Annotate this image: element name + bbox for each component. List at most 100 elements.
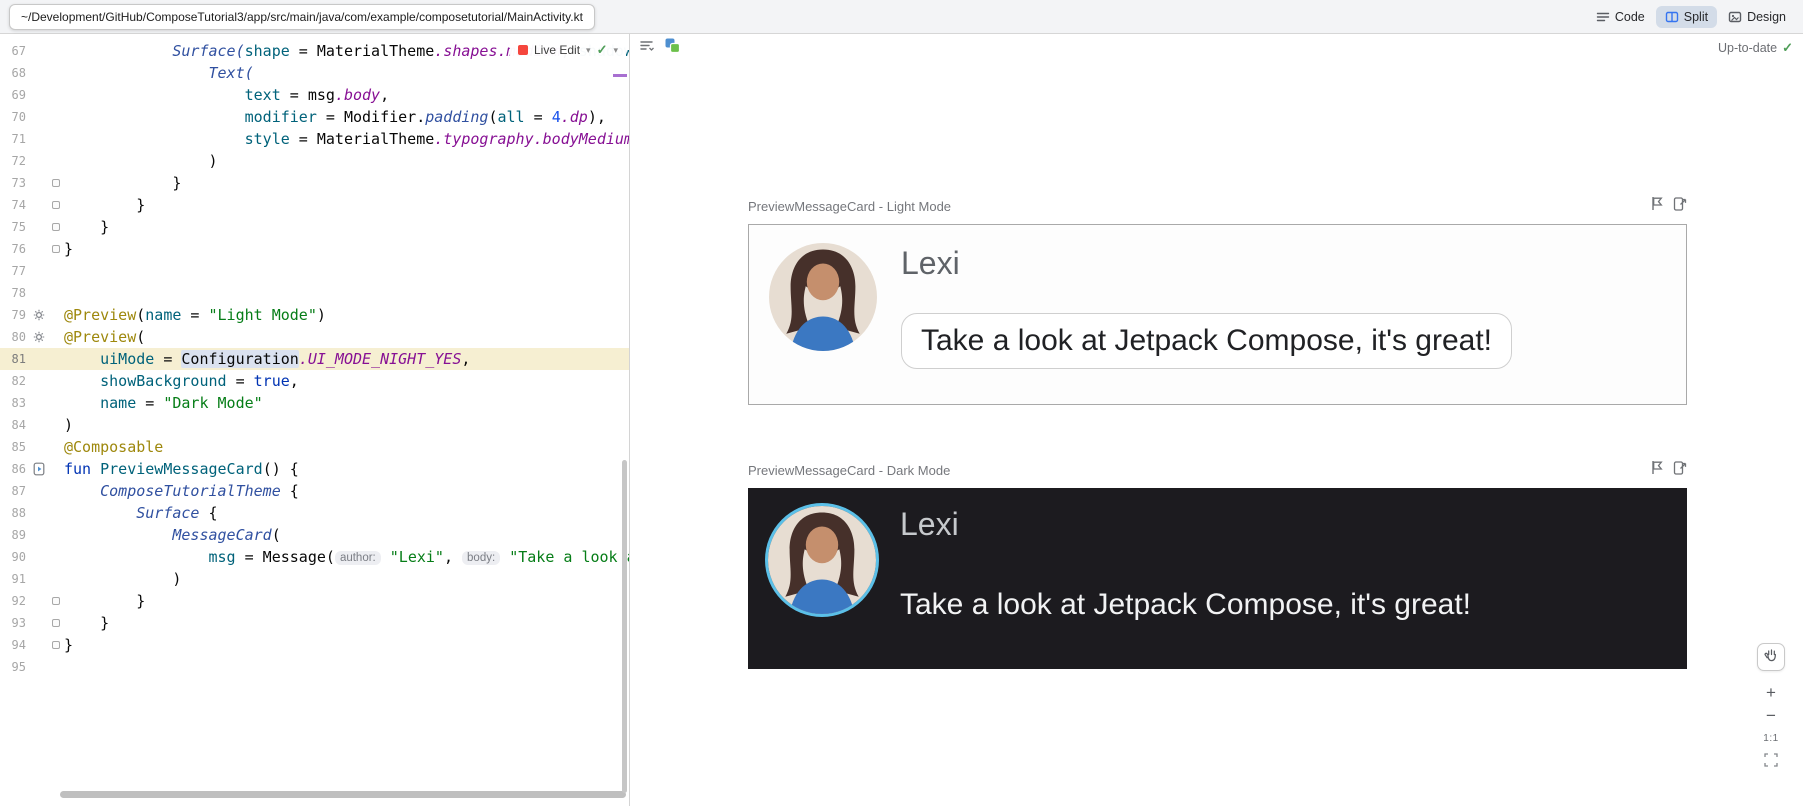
zoom-in-button[interactable]: +	[1759, 681, 1783, 704]
live-edit-widget[interactable]: Live Edit ▾ ✓ ▾	[510, 38, 626, 62]
line-number[interactable]: 72	[0, 150, 30, 172]
pan-icon	[1764, 647, 1779, 667]
line-number[interactable]: 70	[0, 106, 30, 128]
fold-slot	[48, 304, 64, 326]
code-line-75[interactable]: 75 }	[0, 216, 629, 238]
line-number[interactable]: 89	[0, 524, 30, 546]
zoom-actual-button[interactable]: 1:1	[1759, 727, 1783, 750]
code-line-68[interactable]: 68 Text(	[0, 62, 629, 84]
fold-marker[interactable]	[48, 590, 64, 612]
code-text: )	[64, 414, 73, 436]
gutter-icon-slot	[30, 370, 48, 392]
code-line-88[interactable]: 88 Surface {	[0, 502, 629, 524]
line-number[interactable]: 80	[0, 326, 30, 348]
design-mode-icon	[1728, 10, 1742, 24]
split-mode-button[interactable]: Split	[1656, 6, 1717, 28]
green-check-icon: ✓	[1782, 40, 1793, 56]
line-number[interactable]: 86	[0, 458, 30, 480]
view-options-icon[interactable]	[639, 38, 655, 59]
code-line-79[interactable]: 79@Preview(name = "Light Mode")	[0, 304, 629, 326]
line-number[interactable]: 76	[0, 238, 30, 260]
line-number[interactable]: 85	[0, 436, 30, 458]
code-line-94[interactable]: 94}	[0, 634, 629, 656]
line-number[interactable]: 79	[0, 304, 30, 326]
code-line-81[interactable]: 81 uiMode = Configuration.UI_MODE_NIGHT_…	[0, 348, 629, 370]
line-number[interactable]: 81	[0, 348, 30, 370]
line-number[interactable]: 68	[0, 62, 30, 84]
fold-marker[interactable]	[48, 238, 64, 260]
fold-marker[interactable]	[48, 194, 64, 216]
code-line-91[interactable]: 91 )	[0, 568, 629, 590]
line-number[interactable]: 77	[0, 260, 30, 282]
code-mode-button[interactable]: Code	[1587, 6, 1654, 28]
code-line-83[interactable]: 83 name = "Dark Mode"	[0, 392, 629, 414]
run-preview-icon[interactable]	[1650, 460, 1664, 480]
line-number[interactable]: 94	[0, 634, 30, 656]
line-number[interactable]: 74	[0, 194, 30, 216]
code-line-89[interactable]: 89 MessageCard(	[0, 524, 629, 546]
line-number[interactable]: 67	[0, 40, 30, 62]
code-line-72[interactable]: 72 )	[0, 150, 629, 172]
code-line-84[interactable]: 84)	[0, 414, 629, 436]
code-text: )	[64, 568, 181, 590]
code-text: uiMode = Configuration.UI_MODE_NIGHT_YES…	[64, 348, 470, 370]
code-line-76[interactable]: 76}	[0, 238, 629, 260]
zoom-fit-button[interactable]	[1759, 750, 1783, 773]
line-number[interactable]: 87	[0, 480, 30, 502]
breadcrumb-file-path[interactable]: ~/Development/GitHub/ComposeTutorial3/ap…	[9, 4, 595, 30]
zoom-out-button[interactable]: −	[1759, 704, 1783, 727]
gutter-icon-slot	[30, 84, 48, 106]
line-number[interactable]: 93	[0, 612, 30, 634]
code-line-85[interactable]: 85@Composable	[0, 436, 629, 458]
code-line-82[interactable]: 82 showBackground = true,	[0, 370, 629, 392]
run-preview-icon[interactable]	[1650, 196, 1664, 216]
pan-button[interactable]	[1757, 643, 1785, 671]
fold-marker[interactable]	[48, 216, 64, 238]
line-number[interactable]: 69	[0, 84, 30, 106]
code-editor[interactable]: 67 Surface(shape = MaterialTheme.shapes.…	[0, 34, 629, 806]
android-studio-split-editor: ~/Development/GitHub/ComposeTutorial3/ap…	[0, 0, 1803, 806]
editor-vertical-scrollbar[interactable]	[622, 460, 627, 793]
line-number[interactable]: 75	[0, 216, 30, 238]
line-number[interactable]: 73	[0, 172, 30, 194]
design-mode-button[interactable]: Design	[1719, 6, 1795, 28]
fold-marker[interactable]	[48, 172, 64, 194]
editor-horizontal-scrollbar[interactable]	[60, 791, 626, 798]
code-text: Text(	[64, 62, 254, 84]
code-line-74[interactable]: 74 }	[0, 194, 629, 216]
code-line-86[interactable]: 86fun PreviewMessageCard() {	[0, 458, 629, 480]
code-line-92[interactable]: 92 }	[0, 590, 629, 612]
green-check-icon[interactable]: ✓	[597, 42, 608, 58]
preview-settings-gear-icon[interactable]	[30, 326, 48, 348]
code-line-95[interactable]: 95	[0, 656, 629, 678]
code-line-71[interactable]: 71 style = MaterialTheme.typography.body…	[0, 128, 629, 150]
ui-check-icon[interactable]	[664, 37, 681, 59]
code-line-73[interactable]: 73 }	[0, 172, 629, 194]
line-number[interactable]: 84	[0, 414, 30, 436]
code-line-69[interactable]: 69 text = msg.body,	[0, 84, 629, 106]
line-number[interactable]: 78	[0, 282, 30, 304]
code-line-80[interactable]: 80@Preview(	[0, 326, 629, 348]
code-line-93[interactable]: 93 }	[0, 612, 629, 634]
line-number[interactable]: 90	[0, 546, 30, 568]
compose-preview-gutter-icon[interactable]	[30, 458, 48, 480]
code-line-87[interactable]: 87 ComposeTutorialTheme {	[0, 480, 629, 502]
line-number[interactable]: 71	[0, 128, 30, 150]
fold-marker[interactable]	[48, 612, 64, 634]
preview-settings-gear-icon[interactable]	[30, 304, 48, 326]
gutter-icon-slot	[30, 128, 48, 150]
deploy-to-device-icon[interactable]	[1673, 196, 1687, 216]
code-line-90[interactable]: 90 msg = Message(author: "Lexi", body: "…	[0, 546, 629, 568]
code-line-78[interactable]: 78	[0, 282, 629, 304]
deploy-to-device-icon[interactable]	[1673, 460, 1687, 480]
line-number[interactable]: 83	[0, 392, 30, 414]
fold-marker[interactable]	[48, 634, 64, 656]
line-number[interactable]: 92	[0, 590, 30, 612]
code-line-77[interactable]: 77	[0, 260, 629, 282]
line-number[interactable]: 82	[0, 370, 30, 392]
line-number[interactable]: 91	[0, 568, 30, 590]
line-number[interactable]: 95	[0, 656, 30, 678]
split-mode-icon	[1665, 10, 1679, 24]
code-line-70[interactable]: 70 modifier = Modifier.padding(all = 4.d…	[0, 106, 629, 128]
line-number[interactable]: 88	[0, 502, 30, 524]
